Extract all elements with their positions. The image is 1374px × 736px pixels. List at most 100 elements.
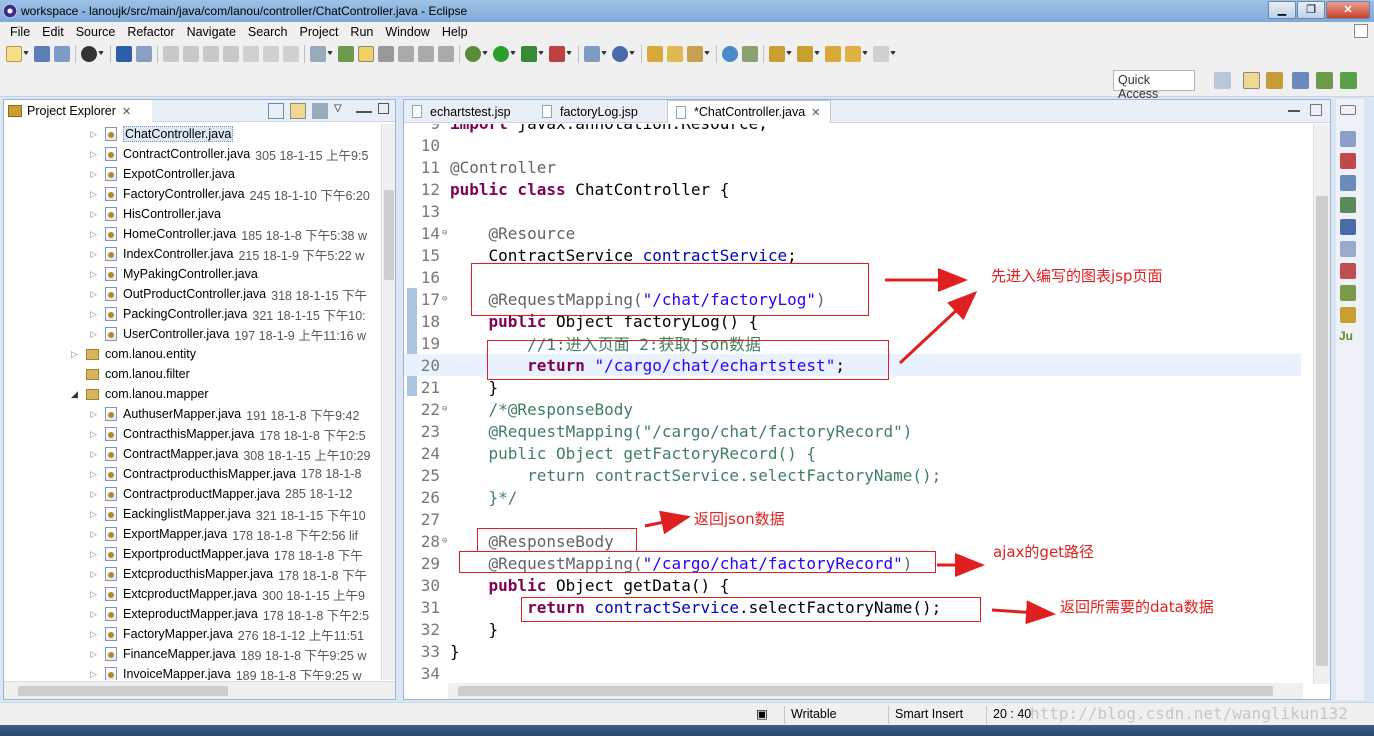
toggle-block-icon[interactable] [310, 46, 326, 62]
chevron-right-icon[interactable]: ▷ [71, 349, 81, 360]
code-line[interactable]: 24 public Object getFactoryRecord() { [404, 442, 1301, 464]
chevron-right-icon[interactable]: ▷ [90, 209, 100, 220]
search-results-icon[interactable] [1340, 307, 1356, 323]
tab-project-explorer[interactable]: Project Explorer ✕ [4, 100, 152, 122]
tree-item[interactable]: ▷ ContractController.java 305 18-1-15 上午9:… [90, 144, 368, 164]
menu-refactor[interactable]: Refactor [121, 25, 180, 39]
tree-item[interactable]: ▷ HisController.java [90, 204, 226, 224]
publish-icon[interactable] [81, 46, 97, 62]
chevron-down-icon[interactable] [566, 51, 572, 57]
chevron-right-icon[interactable]: ▷ [90, 169, 100, 180]
tree-item[interactable]: ▷ HomeController.java 185 18-1-8 下午5:38 w [90, 224, 367, 244]
view-menu-icon[interactable] [312, 103, 328, 119]
outline-icon[interactable] [1340, 131, 1356, 147]
chevron-right-icon[interactable]: ▷ [90, 649, 100, 660]
run-last-icon[interactable] [521, 46, 537, 62]
menu-navigate[interactable]: Navigate [181, 25, 242, 39]
code-line[interactable]: 13 [404, 200, 1301, 222]
editor-horizontal-scrollbar[interactable] [448, 683, 1303, 699]
tree-item[interactable]: ▷ ChatController.java [90, 124, 238, 144]
minimize-icon[interactable] [1288, 104, 1300, 112]
chevron-right-icon[interactable]: ▷ [90, 569, 100, 580]
paragraph-icon[interactable] [438, 46, 454, 62]
tree-item[interactable]: ▷ ExpotController.java [90, 164, 240, 184]
chevron-right-icon[interactable]: ▷ [90, 309, 100, 320]
link-editor-icon[interactable] [290, 103, 306, 119]
external-tools-icon[interactable] [549, 46, 565, 62]
show-whitespace-icon[interactable] [398, 46, 414, 62]
tree-item[interactable]: ▷ com.lanou.entity [71, 344, 201, 364]
tab-factorylog[interactable]: factoryLog.jsp [534, 100, 670, 123]
tree-item[interactable]: ▷ InvoiceMapper.java 189 18-1-8 下午9:25 w [90, 664, 361, 680]
tree-item[interactable]: ▷ UserController.java 197 18-1-9 上午11:16 w [90, 324, 366, 344]
debug-perspective-icon[interactable] [1316, 72, 1333, 89]
chevron-right-icon[interactable]: ▷ [90, 469, 100, 480]
scroll-thumb[interactable] [458, 686, 1273, 696]
open-type-icon[interactable] [647, 46, 663, 62]
chevron-down-icon[interactable] [327, 51, 333, 57]
chevron-right-icon[interactable]: ▷ [90, 249, 100, 260]
step-return-icon[interactable] [283, 46, 299, 62]
team-perspective-icon[interactable] [1340, 72, 1357, 89]
menu-help[interactable]: Help [436, 25, 474, 39]
next-annotation-icon[interactable] [769, 46, 785, 62]
collapse-all-icon[interactable] [268, 103, 284, 119]
code-line[interactable]: 33} [404, 640, 1301, 662]
tree-item[interactable]: com.lanou.filter [71, 364, 195, 384]
chevron-right-icon[interactable]: ▷ [90, 229, 100, 240]
chevron-down-icon[interactable] [510, 51, 516, 57]
close-button[interactable]: ✕ [1326, 1, 1370, 19]
menu-source[interactable]: Source [70, 25, 122, 39]
tree-item[interactable]: ▷ ExteproductMapper.java 178 18-1-8 下午2:5 [90, 604, 369, 624]
word-wrap-icon[interactable] [378, 46, 394, 62]
open-folder-icon[interactable] [667, 46, 683, 62]
menu-project[interactable]: Project [294, 25, 345, 39]
tree-item[interactable]: ▷ ExportproductMapper.java 178 18-1-8 下午 [90, 544, 363, 564]
tree-item[interactable]: ▷ IndexController.java 215 18-1-9 下午5:22 w [90, 244, 364, 264]
menu-run[interactable]: Run [344, 25, 379, 39]
debug-icon[interactable] [465, 46, 481, 62]
forward-icon[interactable] [873, 46, 889, 62]
chevron-down-icon[interactable] [786, 51, 792, 57]
tree-item[interactable]: ▷ ContractproducthisMapper.java 178 18-1-8 [90, 464, 361, 484]
chevron-down-icon[interactable] [601, 51, 607, 57]
run-icon[interactable] [493, 46, 509, 62]
chevron-right-icon[interactable]: ▷ [90, 629, 100, 640]
chevron-right-icon[interactable]: ▷ [90, 129, 100, 140]
maximize-icon[interactable] [1310, 104, 1322, 116]
chevron-down-icon[interactable] [23, 51, 29, 57]
problems-icon[interactable] [1340, 263, 1356, 279]
chevron-right-icon[interactable]: ▷ [90, 329, 100, 340]
server-icon[interactable] [116, 46, 132, 62]
tree-item[interactable]: ▷ OutProductController.java 318 18-1-15 下午 [90, 284, 367, 304]
maximize-button[interactable]: ❐ [1297, 1, 1325, 19]
tab-echartstest[interactable]: echartstest.jsp [404, 100, 534, 123]
code-line[interactable]: 11 @Controller [404, 156, 1301, 178]
chevron-right-icon[interactable]: ▷ [90, 409, 100, 420]
restore-icon[interactable] [1340, 105, 1356, 115]
tree-item[interactable]: ▷ ExtcproductMapper.java 300 18-1-15 上午9 [90, 584, 365, 604]
search-icon[interactable] [742, 46, 758, 62]
chevron-right-icon[interactable]: ▷ [90, 529, 100, 540]
chevron-right-icon[interactable]: ▷ [90, 489, 100, 500]
tree-item[interactable]: ▷ FactoryController.java 245 18-1-10 下午6:2… [90, 184, 370, 204]
code-line[interactable]: 26 }*/ [404, 486, 1301, 508]
disconnect-icon[interactable] [223, 46, 239, 62]
menu-window[interactable]: Window [379, 25, 435, 39]
menu-search[interactable]: Search [242, 25, 294, 39]
open-perspective-icon[interactable] [1214, 72, 1231, 89]
tree-item[interactable]: ▷ AuthuserMapper.java 191 18-1-8 下午9:42 [90, 404, 359, 424]
save-icon[interactable] [34, 46, 50, 62]
properties-icon[interactable] [1340, 197, 1356, 213]
quick-access-input[interactable]: Quick Access [1113, 70, 1195, 101]
snippets-icon[interactable] [1340, 285, 1356, 301]
console-icon[interactable] [1340, 219, 1356, 235]
code-line[interactable]: 10 [404, 134, 1301, 156]
chevron-down-icon[interactable] [862, 51, 868, 57]
chevron-right-icon[interactable]: ▷ [90, 589, 100, 600]
code-line[interactable]: 23 @RequestMapping("/cargo/chat/factoryR… [404, 420, 1301, 442]
menu-file[interactable]: File [4, 25, 36, 39]
maximize-icon[interactable] [378, 103, 389, 114]
tree-item[interactable]: ▷ FinanceMapper.java 189 18-1-8 下午9:25 w [90, 644, 366, 664]
editor-vertical-scrollbar[interactable] [1313, 124, 1330, 684]
